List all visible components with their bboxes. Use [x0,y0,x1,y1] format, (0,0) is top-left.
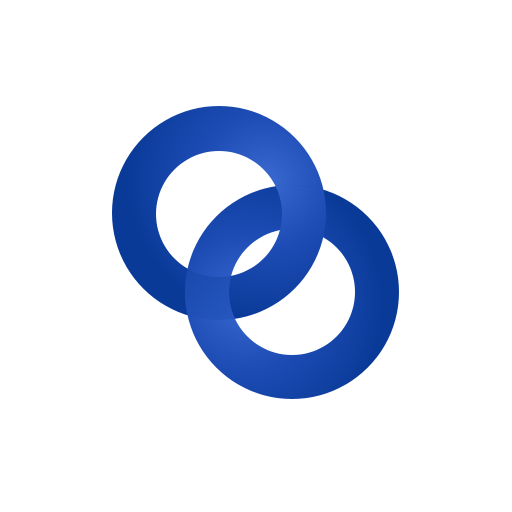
app-icon-canvas [0,0,512,512]
interlocking-rings-icon [111,106,399,399]
